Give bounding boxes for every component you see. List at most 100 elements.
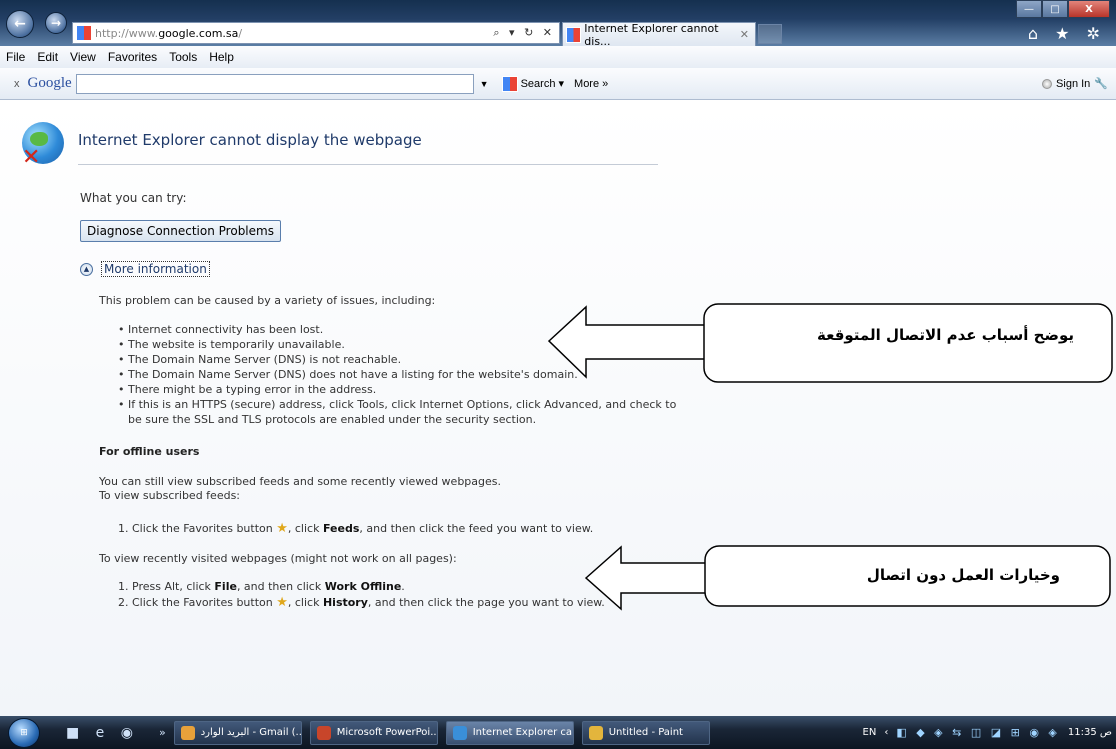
step-text: Press Alt, click [132, 580, 215, 593]
language-indicator[interactable]: EN [863, 727, 877, 738]
search-button-label: Search ▾ [520, 78, 565, 90]
google-favicon-icon [76, 25, 92, 41]
window-controls: — □ X [1016, 0, 1110, 18]
what-you-can-try-label: What you can try: [80, 191, 187, 205]
step-number: 1. [118, 580, 129, 593]
address-tools-icons[interactable]: ⌕ ▾ ↻ ✕ [493, 26, 555, 40]
url-suffix: / [238, 26, 243, 40]
powerpoint-icon [316, 725, 331, 740]
step-text: , and then click [236, 580, 325, 593]
more-button[interactable]: More » [574, 78, 608, 90]
step-text: , and then click the feed you want to vi… [359, 522, 594, 535]
step-text: , click [287, 522, 323, 535]
task-label: Untitled - Paint [608, 727, 683, 738]
tab-title: Internet Explorer cannot dis... [584, 21, 719, 48]
title-bar: ← → http://www. google.com.sa / ⌕ ▾ ↻ ✕ In… [0, 0, 1116, 48]
quick-launch-more-icon[interactable]: » [159, 726, 166, 739]
tray-chevron-icon[interactable]: ‹ [884, 727, 888, 738]
callout-label-causes: يوضح أسباب عدم الاتصال المتوقعة [817, 326, 1074, 344]
toolbar-close-icon[interactable]: x [14, 78, 20, 90]
step-text: Click the Favorites button [132, 522, 273, 535]
clock[interactable]: ص 11:35 [1068, 727, 1112, 738]
paint-icon [588, 725, 603, 740]
step-bold: Feeds [322, 522, 360, 535]
start-button[interactable]: ⊞ [8, 717, 40, 748]
google-search-button[interactable]: Search ▾ [499, 75, 565, 92]
menu-file[interactable]: File [0, 50, 31, 64]
task-powerpoint[interactable]: Microsoft PowerPoi... [309, 720, 438, 745]
wrench-icon[interactable]: 🔧 [1094, 77, 1108, 90]
tray-icons[interactable]: ◧ ◆ ◈ ⇆ ◫ ◪ ⊞ ◉ ◈ [896, 726, 1060, 739]
google-toolbar: x Google ▼ Search ▾ More » Sign In 🔧 [0, 68, 1116, 100]
url-domain: google.com.sa [158, 26, 239, 40]
error-x-icon: ✕ [22, 145, 41, 170]
step-bold: File [214, 580, 237, 593]
menu-help[interactable]: Help [203, 50, 240, 64]
recent-pages-label: To view recently visited webpages (might… [99, 552, 457, 565]
step-text: , and then click the page you want to vi… [367, 596, 605, 609]
error-page: ✕ Internet Explorer cannot display the w… [0, 101, 1116, 716]
offline-heading: For offline users [99, 445, 200, 458]
list-item: 2. Click the Favorites button ★, click H… [118, 595, 605, 611]
quick-launch-icons[interactable]: ■ e ◉ [66, 725, 139, 741]
sign-in-button[interactable]: Sign In 🔧 [1042, 77, 1108, 90]
google-logo: Google [27, 75, 72, 91]
back-button[interactable]: ← [6, 10, 34, 38]
google-favicon-icon [566, 26, 582, 43]
system-tray: EN ‹ ◧ ◆ ◈ ⇆ ◫ ◪ ⊞ ◉ ◈ ص 11:35 [863, 726, 1112, 739]
sign-in-label: Sign In [1056, 77, 1091, 90]
cause-intro-text: This problem can be caused by a variety … [99, 294, 436, 307]
task-internet-explorer[interactable]: Internet Explorer ca... [445, 720, 574, 745]
offline-steps-list: 1. Press Alt, click File, and then click… [118, 579, 605, 611]
favorites-star-icon: ★ [276, 595, 288, 610]
menu-edit[interactable]: Edit [31, 50, 64, 64]
task-gmail[interactable]: البريد الوارد - Gmail (... [173, 720, 302, 745]
home-favorites-tools-icons[interactable]: ⌂ ★ ✲ [1028, 24, 1106, 43]
google-favicon-icon [501, 75, 518, 92]
taskbar: ⊞ ■ e ◉ » البريد الوارد - Gmail (... Mic… [0, 716, 1116, 749]
search-dropdown-icon[interactable]: ▼ [480, 79, 489, 89]
task-label: Microsoft PowerPoi... [336, 727, 438, 738]
favorites-star-icon: ★ [276, 521, 288, 536]
sign-in-icon [1042, 78, 1053, 89]
step-text: , click [287, 596, 323, 609]
url-prefix: http://www. [95, 26, 159, 40]
more-information-toggle[interactable]: ▲ More information [80, 261, 210, 277]
callout-arrow-causes [548, 303, 1113, 383]
step-number: 1. [118, 522, 129, 535]
maximize-button[interactable]: □ [1042, 0, 1068, 18]
minimize-button[interactable]: — [1016, 0, 1042, 18]
page-title: Internet Explorer cannot display the web… [78, 131, 422, 149]
address-bar[interactable]: http://www. google.com.sa / ⌕ ▾ ↻ ✕ [72, 22, 560, 44]
step-bold: Work Offline [324, 580, 402, 593]
step-text: . [401, 580, 405, 593]
more-information-link[interactable]: More information [101, 261, 210, 277]
callout-label-offline: وخيارات العمل دون اتصال [866, 566, 1060, 584]
tab-close-icon[interactable]: ✕ [740, 28, 749, 41]
internet-explorer-icon [452, 725, 467, 740]
list-item: If this is an HTTPS (secure) address, cl… [118, 397, 678, 427]
diagnose-connection-button[interactable]: Diagnose Connection Problems [80, 220, 281, 242]
tab-active[interactable]: Internet Explorer cannot dis... ✕ [562, 21, 756, 48]
feeds-step: 1. Click the Favorites button ★, click F… [118, 521, 593, 536]
task-label: البريد الوارد - Gmail (... [200, 727, 302, 738]
menu-view[interactable]: View [64, 50, 102, 64]
chrome-icon [180, 725, 195, 740]
forward-button[interactable]: → [45, 12, 67, 34]
offline-text: You can still view subscribed feeds and … [99, 475, 502, 488]
task-label: Internet Explorer ca... [472, 727, 574, 738]
list-item: 1. Press Alt, click File, and then click… [118, 579, 605, 595]
step-number: 2. [118, 596, 129, 609]
menu-favorites[interactable]: Favorites [102, 50, 163, 64]
menu-bar: File Edit View Favorites Tools Help [0, 46, 1116, 68]
google-search-input[interactable] [75, 73, 474, 94]
task-paint[interactable]: Untitled - Paint [581, 720, 710, 745]
subscribed-feeds-label: To view subscribed feeds: [99, 489, 241, 502]
step-text: Click the Favorites button [132, 596, 273, 609]
step-bold: History [322, 596, 368, 609]
close-button[interactable]: X [1068, 0, 1110, 18]
title-divider [78, 164, 658, 165]
new-tab-button[interactable] [758, 24, 782, 44]
menu-tools[interactable]: Tools [163, 50, 203, 64]
collapse-chevron-icon[interactable]: ▲ [80, 262, 93, 276]
